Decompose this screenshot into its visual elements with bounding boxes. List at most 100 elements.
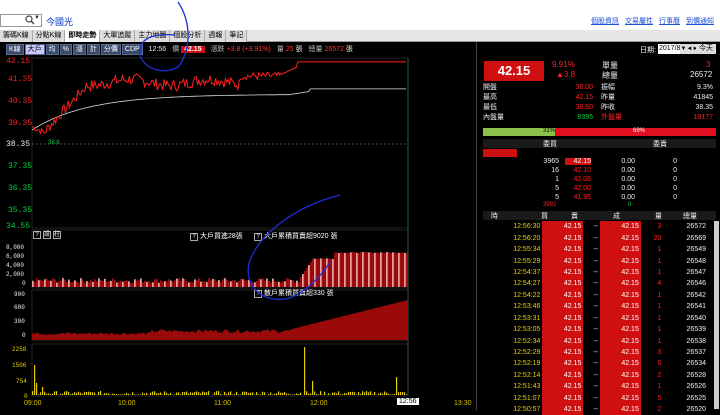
tick-volume: 1 <box>641 290 663 301</box>
tick-row[interactable]: 12:53:3142.15--42.15126540 <box>483 313 708 324</box>
tick-row[interactable]: 12:52:3442.15--42.15126538 <box>483 335 708 346</box>
tick-time: 12:55:34 <box>483 244 542 255</box>
tick-volume: 4 <box>641 278 663 289</box>
last-price: 42.15 <box>484 61 544 81</box>
book-header: 委買 委賣 <box>483 139 716 148</box>
tick-ask: -- <box>583 255 600 266</box>
tick-total: 26549 <box>663 244 708 255</box>
tick-price: 42.15 <box>600 267 641 278</box>
tick-time: 12:52:14 <box>483 370 542 381</box>
tick-row[interactable]: 12:54:2742.15--42.15426546 <box>483 278 708 289</box>
tick-bid: 42.15 <box>542 244 583 255</box>
tick-time: 12:54:37 <box>483 267 542 278</box>
link-calendar[interactable]: 行事曆 <box>659 18 680 25</box>
tick-bid: 42.15 <box>542 221 583 232</box>
tick-price: 42.15 <box>600 232 641 243</box>
tick-volume: 1 <box>641 255 663 266</box>
tick-row[interactable]: 12:52:1442.15--42.15226528 <box>483 370 708 381</box>
tick-total: 26540 <box>663 313 708 324</box>
tick-ask: -- <box>583 290 600 301</box>
stat-value: 8395 <box>563 113 593 122</box>
tick-time: 12:51:43 <box>483 381 542 392</box>
link-price-alert[interactable]: 到價通知 <box>686 18 714 25</box>
date-label: 日期: <box>640 45 656 55</box>
ticks-column-header: 賣 <box>571 211 578 221</box>
stat-row: 最高42.15昨量41845 <box>483 93 716 103</box>
stat-row: 開盤38.00振幅9.3% <box>483 83 716 93</box>
ticks-column-header: 量 <box>655 211 662 221</box>
tick-bid: 42.15 <box>542 347 583 358</box>
ticks-column-header: 總量 <box>683 211 697 221</box>
book-bid-price: 42.10 <box>565 167 591 174</box>
tick-bid: 42.15 <box>542 381 583 392</box>
tick-row[interactable]: 12:52:1942.15--42.15626534 <box>483 358 708 369</box>
book-ask-price: 0.00 <box>613 167 635 174</box>
tick-price: 42.15 <box>600 335 641 346</box>
tick-ask: -- <box>583 358 600 369</box>
link-trade-attr[interactable]: 交易屬性 <box>625 18 653 25</box>
link-stock-info[interactable]: 個股資訊 <box>591 18 619 25</box>
tick-ask: -- <box>583 278 600 289</box>
tick-row[interactable]: 12:55:3442.15--42.15126549 <box>483 244 708 255</box>
book-bid-qty: 5 <box>529 194 559 201</box>
tick-price: 42.15 <box>600 393 641 404</box>
change-amount: ▲3.8 <box>556 70 575 79</box>
change-percent: 9.91% <box>552 60 575 69</box>
tick-row[interactable]: 12:53:4642.15--42.15126541 <box>483 301 708 312</box>
tick-time: 12:53:46 <box>483 301 542 312</box>
tick-time: 12:52:19 <box>483 358 542 369</box>
today-button[interactable]: 今天 <box>696 44 716 54</box>
book-bid-price: 42.05 <box>565 176 591 183</box>
tick-price: 42.15 <box>600 381 641 392</box>
total-vol-label: 總量 <box>602 70 618 81</box>
book-total-sell: 0 <box>628 202 631 208</box>
tick-bid: 42.15 <box>542 255 583 266</box>
tick-time: 12:55:29 <box>483 255 542 266</box>
tick-volume: 3 <box>641 221 663 232</box>
tick-row[interactable]: 12:56:3042.15--42.15326572 <box>483 221 708 232</box>
tick-bid: 42.15 <box>542 335 583 346</box>
tick-row[interactable]: 12:56:2042.15--42.152026569 <box>483 232 708 243</box>
ticks-column-header: 成 <box>613 211 620 221</box>
stat-value: 18177 <box>679 113 713 122</box>
stat-row: 內盤量8395外盤量18177 <box>483 113 716 123</box>
tick-total: 26546 <box>663 278 708 289</box>
book-ask-qty: 0 <box>663 176 677 183</box>
tick-bid: 42.15 <box>542 232 583 243</box>
pen-annotations <box>0 0 477 410</box>
tick-row[interactable]: 12:51:0742.15--42.15526525 <box>483 393 708 404</box>
tick-total: 26547 <box>663 267 708 278</box>
tick-total: 26572 <box>663 221 708 232</box>
tick-row[interactable]: 12:52:2942.15--42.15326537 <box>483 347 708 358</box>
tick-volume: 1 <box>641 335 663 346</box>
book-ask-price: 0.00 <box>613 158 635 165</box>
stat-label: 昨量 <box>601 93 615 102</box>
tick-price: 42.15 <box>600 221 641 232</box>
book-ask-qty: 0 <box>663 167 677 174</box>
tick-time: 12:52:34 <box>483 335 542 346</box>
tick-total: 26538 <box>663 335 708 346</box>
tick-volume: 1 <box>641 267 663 278</box>
stat-label: 最低 <box>483 103 497 112</box>
tick-row[interactable]: 12:54:2242.15--42.15126542 <box>483 290 708 301</box>
tick-row[interactable]: 12:54:3742.15--42.15126547 <box>483 267 708 278</box>
tick-row[interactable]: 12:51:4342.15--42.15126526 <box>483 381 708 392</box>
tick-bid: 42.15 <box>542 267 583 278</box>
tick-bid: 42.15 <box>542 370 583 381</box>
tick-ask: -- <box>583 335 600 346</box>
tick-total: 26537 <box>663 347 708 358</box>
tick-ask: -- <box>583 221 600 232</box>
tick-row[interactable]: 12:53:0542.15--42.15126539 <box>483 324 708 335</box>
tick-total: 26548 <box>663 255 708 266</box>
scrollbar[interactable] <box>714 221 719 409</box>
tick-total: 26526 <box>663 381 708 392</box>
unit-vol-value: 3 <box>706 60 710 69</box>
ratio-left: 31% <box>543 128 555 134</box>
tick-volume: 3 <box>641 347 663 358</box>
book-row: 542.000.000 <box>483 185 716 194</box>
tick-row[interactable]: 12:55:2942.15--42.15126548 <box>483 255 708 266</box>
stat-value: 38.35 <box>679 103 713 112</box>
stats-table: 開盤38.00振幅9.3%最高42.15昨量41845最低38.60昨收38.3… <box>483 83 716 123</box>
tick-volume: 1 <box>641 244 663 255</box>
tick-bid: 42.15 <box>542 290 583 301</box>
